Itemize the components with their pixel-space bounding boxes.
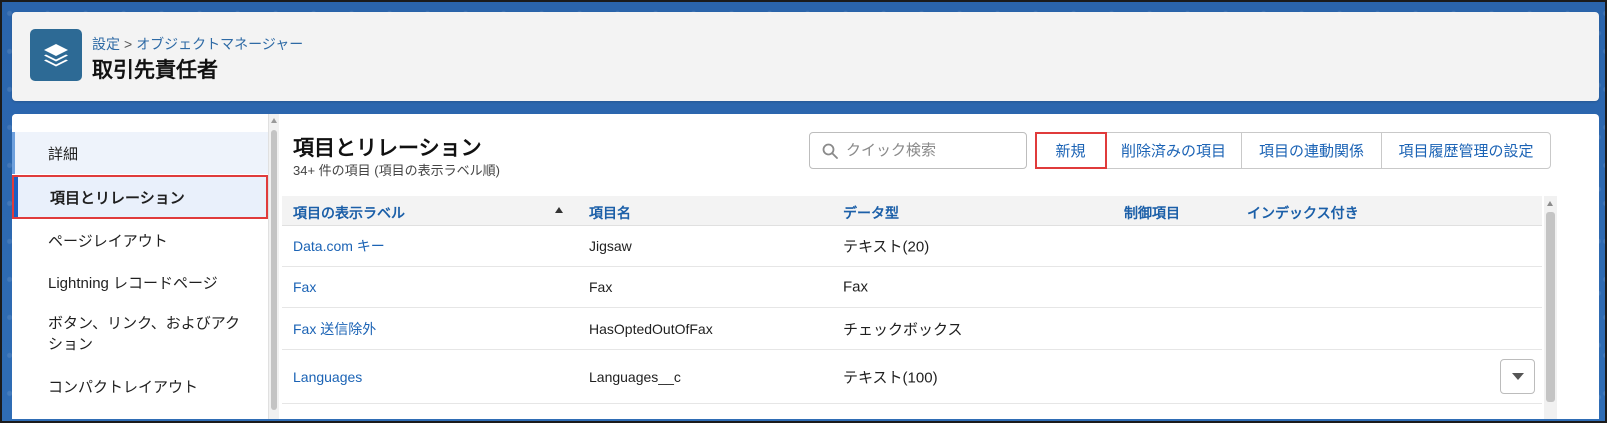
breadcrumb: 設定 > オブジェクトマネージャー (92, 34, 303, 54)
field-data-type: テキスト(100) (843, 369, 938, 386)
sidebar-item-fields-relationships[interactable]: 項目とリレーション (12, 175, 268, 219)
sidebar-scroll-thumb[interactable] (271, 130, 277, 410)
scroll-up-icon[interactable] (271, 118, 277, 123)
field-data-type: テキスト(20) (843, 238, 930, 256)
column-header-field-name[interactable]: 項目名 (589, 203, 631, 223)
field-api-name: HasOptedOutOfFax (589, 320, 713, 337)
field-dependencies-button[interactable]: 項目の連動関係 (1242, 133, 1382, 168)
app-frame: 設定 > オブジェクトマネージャー 取引先責任者 詳細 項目とリレーション ページレ… (0, 0, 1607, 423)
table-scrollbar[interactable] (1544, 196, 1557, 419)
page-header: 設定 > オブジェクトマネージャー 取引先責任者 (12, 12, 1599, 101)
table-row: Fax Fax Fax (282, 267, 1542, 308)
sidebar-item-compact-layouts[interactable]: コンパクトレイアウト (12, 365, 268, 407)
section-title: 項目とリレーション (293, 137, 482, 160)
section-subtitle: 34+ 件の項目 (項目の表示ラベル順) (293, 163, 500, 178)
sidebar-item-label: 項目とリレーション (50, 189, 185, 207)
table-scroll-thumb[interactable] (1546, 212, 1555, 402)
field-api-name: Fax (589, 279, 613, 295)
sidebar-item-buttons-links-actions[interactable]: ボタン、リンク、およびアクション (12, 303, 268, 365)
sidebar-item-label: コンパクトレイアウト (48, 378, 199, 396)
breadcrumb-setup-link[interactable]: 設定 (92, 36, 120, 52)
table-header: 項目の表示ラベル 項目名 データ型 制御項目 インデックス付き (282, 196, 1542, 226)
table-row: Languages Languages__c テキスト(100) (282, 350, 1542, 404)
column-header-indexed[interactable]: インデックス付き (1247, 203, 1359, 223)
sidebar-item-label: Lightning レコードページ (48, 274, 218, 292)
sidebar: 詳細 項目とリレーション ページレイアウト Lightning レコードページ … (12, 114, 270, 419)
sidebar-item-label: ページレイアウト (48, 232, 168, 250)
quick-search[interactable] (809, 132, 1027, 169)
table-row: Data.com キー Jigsaw テキスト(20) (282, 226, 1542, 267)
sidebar-item-lightning-record-pages[interactable]: Lightning レコードページ (12, 261, 268, 303)
action-button-group: 新規 削除済みの項目 項目の連動関係 項目履歴管理の設定 (1035, 132, 1551, 169)
field-label-link[interactable]: Fax 送信除外 (293, 319, 376, 339)
main-content: 項目とリレーション 34+ 件の項目 (項目の表示ラベル順) 新規 削除済みの項… (282, 114, 1599, 419)
field-label-link[interactable]: Data.com キー (293, 236, 385, 256)
table-row: Fax 送信除外 HasOptedOutOfFax チェックボックス (282, 308, 1542, 350)
content-panel: 詳細 項目とリレーション ページレイアウト Lightning レコードページ … (12, 114, 1599, 419)
field-data-type: チェックボックス (843, 321, 963, 338)
sidebar-item-label: 詳細 (48, 145, 79, 163)
field-api-name: Jigsaw (589, 238, 632, 254)
row-actions-button[interactable] (1500, 359, 1535, 394)
search-icon (822, 143, 838, 159)
page-title: 取引先責任者 (92, 59, 218, 82)
quick-search-input[interactable] (846, 142, 1016, 159)
breadcrumb-object-manager-link[interactable]: オブジェクトマネージャー (136, 36, 303, 52)
breadcrumb-separator: > (124, 36, 133, 52)
set-history-tracking-button[interactable]: 項目履歴管理の設定 (1382, 133, 1550, 168)
sidebar-scrollbar[interactable] (268, 114, 279, 419)
field-api-name: Languages__c (589, 368, 681, 385)
deleted-fields-button[interactable]: 削除済みの項目 (1106, 133, 1242, 168)
layers-icon (30, 29, 82, 81)
column-header-data-type[interactable]: データ型 (843, 203, 899, 223)
scroll-up-icon[interactable] (1547, 201, 1553, 206)
sidebar-item-page-layouts[interactable]: ページレイアウト (12, 219, 268, 261)
chevron-down-icon (1511, 373, 1524, 380)
column-header-field-label[interactable]: 項目の表示ラベル (293, 203, 405, 223)
column-header-controlling-field[interactable]: 制御項目 (1124, 203, 1180, 223)
field-data-type: Fax (843, 278, 869, 296)
sidebar-item-label: ボタン、リンク、およびアクション (48, 315, 241, 353)
field-label-link[interactable]: Fax (293, 279, 316, 295)
sidebar-item-details[interactable]: 詳細 (12, 132, 268, 174)
new-button[interactable]: 新規 (1035, 132, 1107, 169)
field-label-link[interactable]: Languages (293, 369, 362, 385)
sort-ascending-icon[interactable] (555, 207, 563, 213)
